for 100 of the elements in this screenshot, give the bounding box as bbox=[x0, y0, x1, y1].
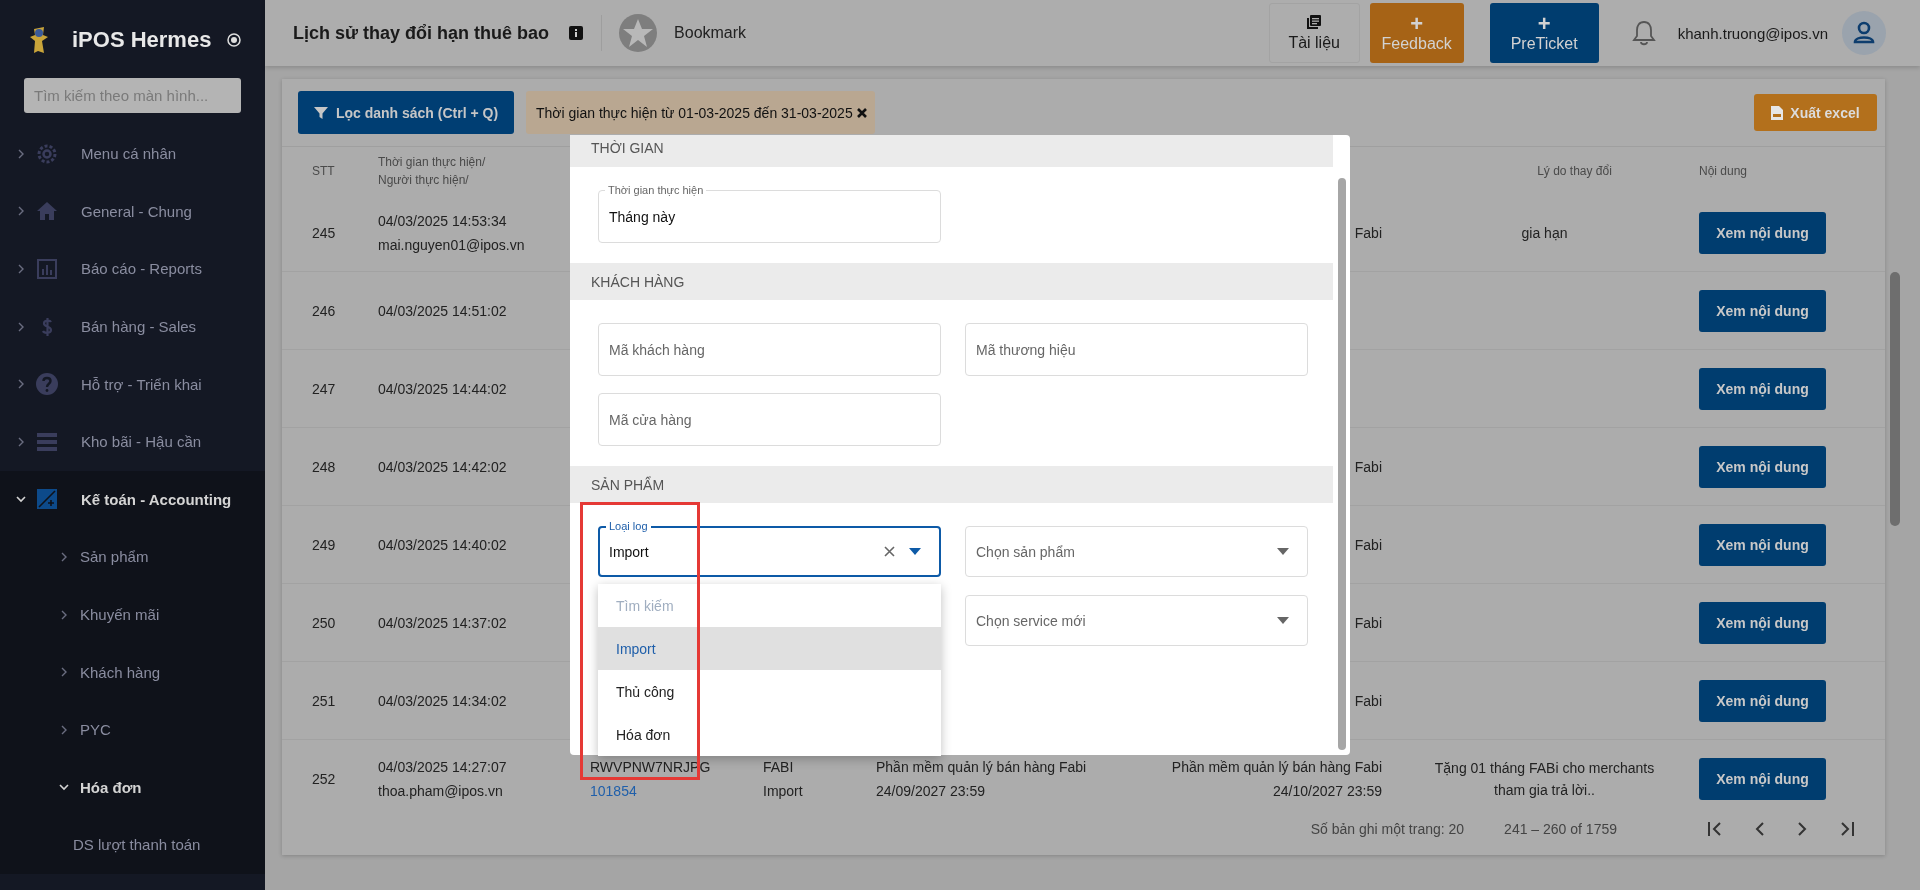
input-field[interactable]: Mã khách hàng bbox=[598, 323, 941, 376]
documents-button[interactable]: Tài liệu bbox=[1268, 3, 1360, 63]
calculator-icon bbox=[35, 487, 59, 512]
sidebar-item[interactable]: General - Chung bbox=[0, 182, 265, 241]
next-page-icon[interactable] bbox=[1797, 820, 1807, 837]
filter-icon bbox=[313, 105, 328, 120]
table-cell: 246 bbox=[312, 302, 336, 319]
sidebar-item[interactable]: Khuyến mãi bbox=[0, 585, 265, 644]
avatar-icon[interactable] bbox=[1842, 11, 1886, 55]
chevron-right-icon bbox=[16, 148, 26, 159]
bookmark-label[interactable]: Bookmark bbox=[674, 24, 747, 42]
table-cell: Fabi bbox=[1354, 692, 1382, 709]
table-cell: FABI bbox=[763, 758, 794, 775]
page-range: 241 – 260 of 1759 bbox=[1504, 820, 1617, 837]
view-content-button[interactable]: Xem nội dung bbox=[1699, 445, 1826, 488]
table-cell: Phần mềm quản lý bán hàng Fabi bbox=[1171, 758, 1382, 775]
table-cell: Phần mềm quản lý bán hàng Fabi bbox=[876, 758, 1087, 775]
chevron-right-icon bbox=[16, 264, 26, 274]
table-cell-text: gia hạn bbox=[1520, 223, 1569, 243]
sidebar-item[interactable]: Báo cáo - Reports bbox=[0, 240, 265, 298]
view-content-button[interactable]: Xem nội dung bbox=[1699, 367, 1826, 410]
table-cell: 04/03/2025 14:44:02 bbox=[378, 380, 507, 397]
column-header: Thời gian thực hiện/ Người thực hiện/ bbox=[378, 153, 487, 189]
table-cell: 245 bbox=[312, 224, 336, 241]
chart-icon bbox=[35, 257, 59, 281]
file-icon bbox=[1771, 105, 1784, 120]
dropdown-option[interactable]: Thủ công bbox=[598, 670, 941, 713]
chevron-down-icon bbox=[16, 494, 26, 505]
search-field[interactable]: Tìm kiếm bbox=[598, 584, 941, 627]
sidebar-item[interactable]: Menu cá nhân bbox=[0, 125, 265, 183]
table-cell: 04/03/2025 14:40:02 bbox=[378, 536, 507, 553]
view-content-button[interactable]: Xem nội dung bbox=[1699, 679, 1826, 722]
dropdown-option[interactable]: Hóa đơn bbox=[598, 713, 941, 756]
info-icon[interactable] bbox=[569, 26, 584, 40]
view-content-button[interactable]: Xem nội dung bbox=[1699, 211, 1826, 254]
view-content-button[interactable]: Xem nội dung bbox=[1699, 757, 1826, 800]
column-header: Nội dung bbox=[1699, 162, 1749, 180]
table-cell: 04/03/2025 14:27:07 bbox=[378, 758, 507, 775]
filter-chip-label: Thời gian thực hiện từ 01-03-2025 đến 31-03-2025 bbox=[536, 104, 853, 121]
table-cell: 04/03/2025 14:51:02 bbox=[378, 302, 507, 319]
view-content-button[interactable]: Xem nội dung bbox=[1699, 289, 1826, 332]
sidebar-item[interactable]: Hóa đơn bbox=[0, 758, 265, 817]
table-cell: 04/03/2025 14:42:02 bbox=[378, 458, 507, 475]
sidebar-item[interactable]: PYC bbox=[0, 700, 265, 759]
sidebar-item[interactable]: Sản phẩm bbox=[0, 528, 265, 586]
view-content-button[interactable]: Xem nội dung bbox=[1699, 601, 1826, 644]
feedback-button[interactable]: + Feedback bbox=[1369, 3, 1464, 63]
field-label: Thời gian thực hiện bbox=[605, 184, 707, 197]
table-cell: 250 bbox=[312, 614, 336, 631]
table-cell: 24/09/2027 23:59 bbox=[876, 782, 985, 799]
caret-icon[interactable] bbox=[1277, 548, 1289, 555]
scrollbar[interactable] bbox=[1338, 178, 1346, 750]
chevron-right-icon bbox=[16, 436, 26, 447]
app-name: iPOS Hermes bbox=[72, 27, 212, 53]
table-cell: thoa.pham@ipos.vn bbox=[378, 782, 503, 799]
select-field[interactable]: Chọn sản phẩm bbox=[965, 526, 1308, 577]
dropdown-option[interactable]: Import bbox=[598, 627, 941, 670]
first-page-icon[interactable] bbox=[1707, 820, 1723, 837]
preticket-button[interactable]: + PreTicket bbox=[1489, 3, 1599, 63]
table-cell: 251 bbox=[312, 692, 336, 709]
user-email[interactable]: khanh.truong@ipos.vn bbox=[1677, 24, 1828, 42]
sidebar-item[interactable]: Hỗ trợ - Triển khai bbox=[0, 355, 265, 413]
bell-icon[interactable] bbox=[1631, 20, 1656, 46]
last-page-icon[interactable] bbox=[1839, 820, 1855, 837]
input-field[interactable]: Mã thương hiệu bbox=[965, 323, 1308, 376]
table-cell: 04/03/2025 14:37:02 bbox=[378, 614, 507, 631]
table-cell-text: Tặng 01 tháng FABi cho merchants tham gia trả lời.. bbox=[1433, 758, 1656, 800]
section-header: SẢN PHẨM bbox=[570, 466, 1333, 503]
sidebar-item[interactable]: Bán hàng - Sales bbox=[0, 297, 265, 356]
sidebar-item[interactable]: Kế toán - Accounting bbox=[0, 470, 265, 529]
clear-icon[interactable] bbox=[884, 546, 895, 557]
filter-button[interactable]: Lọc danh sách (Ctrl + Q) bbox=[298, 91, 514, 134]
table-cell: 04/03/2025 14:53:34 bbox=[378, 212, 507, 229]
sidebar-item[interactable]: Kho bãi - Hậu cần bbox=[0, 412, 265, 471]
sidebar-item[interactable]: DS lượt thanh toán bbox=[0, 816, 265, 874]
table-cell: Fabi bbox=[1354, 458, 1382, 475]
chevron-right-icon bbox=[59, 609, 69, 620]
radio-icon[interactable] bbox=[227, 33, 242, 47]
chevron-right-icon bbox=[59, 667, 69, 678]
chevron-right-icon bbox=[16, 206, 26, 217]
select-field[interactable]: Chọn service mới bbox=[965, 595, 1308, 646]
caret-icon[interactable] bbox=[1277, 617, 1289, 624]
caret-icon[interactable] bbox=[909, 548, 921, 555]
table-cell: 04/03/2025 14:34:02 bbox=[378, 692, 507, 709]
previous-page-icon[interactable] bbox=[1755, 820, 1765, 837]
chevron-right-icon bbox=[59, 724, 69, 735]
table-cell: Fabi bbox=[1354, 614, 1382, 631]
close-icon[interactable] bbox=[856, 107, 867, 118]
field-label: Loại log bbox=[606, 520, 651, 533]
input-field[interactable]: Mã cửa hàng bbox=[598, 393, 941, 446]
search-field[interactable]: Tìm kiếm theo màn hình... bbox=[24, 78, 241, 113]
view-content-button[interactable]: Xem nội dung bbox=[1699, 523, 1826, 566]
table-cell: mai.nguyen01@ipos.vn bbox=[378, 236, 525, 253]
chevron-right-icon bbox=[16, 379, 26, 390]
table-cell: 249 bbox=[312, 536, 336, 553]
sidebar-item[interactable]: Khách hàng bbox=[0, 643, 265, 701]
scrollbar[interactable] bbox=[1890, 272, 1900, 526]
section-header: KHÁCH HÀNG bbox=[570, 263, 1333, 300]
column-header: STT bbox=[312, 162, 336, 180]
table-cell: Fabi bbox=[1354, 224, 1382, 241]
